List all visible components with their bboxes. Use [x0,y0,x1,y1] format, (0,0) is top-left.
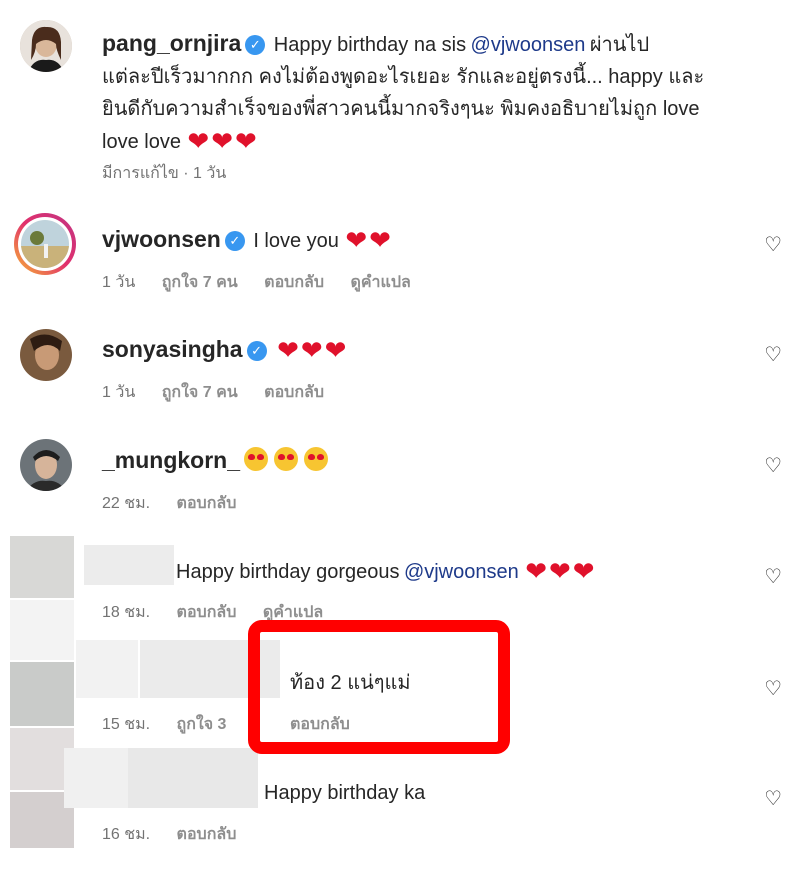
heart-outline-icon[interactable]: ♡ [764,232,782,257]
heart-outline-icon[interactable]: ♡ [764,342,782,367]
edited-time: มีการแก้ไข · 1 วัน [102,165,227,182]
heart-emoji-icon: ❤ [525,556,547,586]
comment-time: 1 วัน [102,274,136,291]
comment-text: แต่ละปีเร็วมากกก คงไม่ต้องพูดอะไรเยอะ รั… [102,66,705,88]
heart-eyes-emoji-icon [244,447,269,471]
verified-badge-icon: ✓ [246,341,267,361]
comment-meta: 22 ชม. ตอบกลับ [102,491,258,516]
avatar-image [20,329,72,381]
comment-meta: มีการแก้ไข · 1 วัน [102,161,248,186]
comment-text: ผ่านไป [589,34,650,56]
avatar[interactable] [20,439,72,491]
comment-username[interactable]: vjwoonsen [102,226,221,252]
mention-link[interactable]: @vjwoonsen [471,34,586,56]
heart-eyes-emoji-icon [304,447,329,471]
heart-emoji-icon: ❤ [234,126,257,156]
mention-link[interactable]: @vjwoonsen [404,561,519,583]
translate-button[interactable]: ดูคำแปล [263,604,323,621]
heart-emoji-icon: ❤ [345,225,368,255]
blurred-username [64,748,128,808]
reply-button[interactable]: ตอบกลับ [264,274,324,291]
blurred-avatar [10,662,74,726]
comment-text: love love [102,131,181,153]
avatar-image [21,220,69,268]
comment-text: Happy birthday gorgeous [176,561,400,583]
comment-username[interactable]: sonyasingha [102,336,243,362]
blurred-username [128,748,258,808]
heart-emoji-icon: ❤ [549,556,571,586]
blurred-avatar [10,600,74,660]
heart-emoji-icon: ❤ [300,335,323,365]
reply-button[interactable]: ตอบกลับ [177,826,237,843]
heart-eyes-emoji-icon [274,447,299,471]
verified-badge-icon: ✓ [245,35,266,55]
heart-outline-icon[interactable]: ♡ [764,676,782,701]
likes-count[interactable]: ถูกใจ 3 [177,716,227,733]
comment-meta: 16 ชม. ตอบกลับ [102,822,258,847]
comment-time: 15 ชม. [102,716,151,733]
heart-outline-icon[interactable]: ♡ [764,786,782,811]
highlight-box [248,620,510,754]
avatar-image [20,20,72,72]
heart-emoji-icon: ❤ [187,126,210,156]
likes-count[interactable]: ถูกใจ 7 คน [162,274,238,291]
reply-button[interactable]: ตอบกลับ [177,604,237,621]
comment-text: Happy birthday na sis [273,34,467,56]
heart-emoji-icon: ❤ [369,225,391,255]
comment-username[interactable]: pang_ornjira [102,30,241,56]
heart-emoji-icon: ❤ [277,335,299,365]
comment-text: ยินดีกับความสำเร็จของพี่สาวคนนี้มากจริงๆ… [102,98,700,120]
reply-button[interactable]: ตอบกลับ [177,495,237,512]
avatar[interactable] [20,20,72,72]
comment-meta: 1 วัน ถูกใจ 7 คน ตอบกลับ [102,380,346,405]
avatar-image [20,439,72,491]
blurred-username [76,640,138,698]
heart-emoji-icon: ❤ [324,335,347,365]
comment-text: I love you [253,230,339,252]
avatar[interactable] [20,329,72,381]
comment-time: 22 ชม. [102,495,151,512]
blurred-username [84,545,174,585]
comment-time: 16 ชม. [102,826,151,843]
comment-time: 18 ชม. [102,604,151,621]
blurred-avatar [10,536,74,598]
avatar[interactable] [14,213,76,275]
comment-text: Happy birthday ka [264,782,426,804]
comment-time: 1 วัน [102,384,136,401]
heart-emoji-icon: ❤ [572,556,595,586]
comment-meta: 15 ชม. ถูกใจ 3 [102,712,248,737]
heart-outline-icon[interactable]: ♡ [764,453,782,478]
heart-emoji-icon: ❤ [211,126,233,156]
heart-outline-icon[interactable]: ♡ [764,564,782,589]
likes-count[interactable]: ถูกใจ 7 คน [162,384,238,401]
reply-button[interactable]: ตอบกลับ [264,384,324,401]
comment-meta: 1 วัน ถูกใจ 7 คน ตอบกลับ ดูคำแปล [102,270,433,295]
translate-button[interactable]: ดูคำแปล [350,274,410,291]
comment-username[interactable]: _mungkorn_ [102,447,240,473]
verified-badge-icon: ✓ [224,231,245,251]
